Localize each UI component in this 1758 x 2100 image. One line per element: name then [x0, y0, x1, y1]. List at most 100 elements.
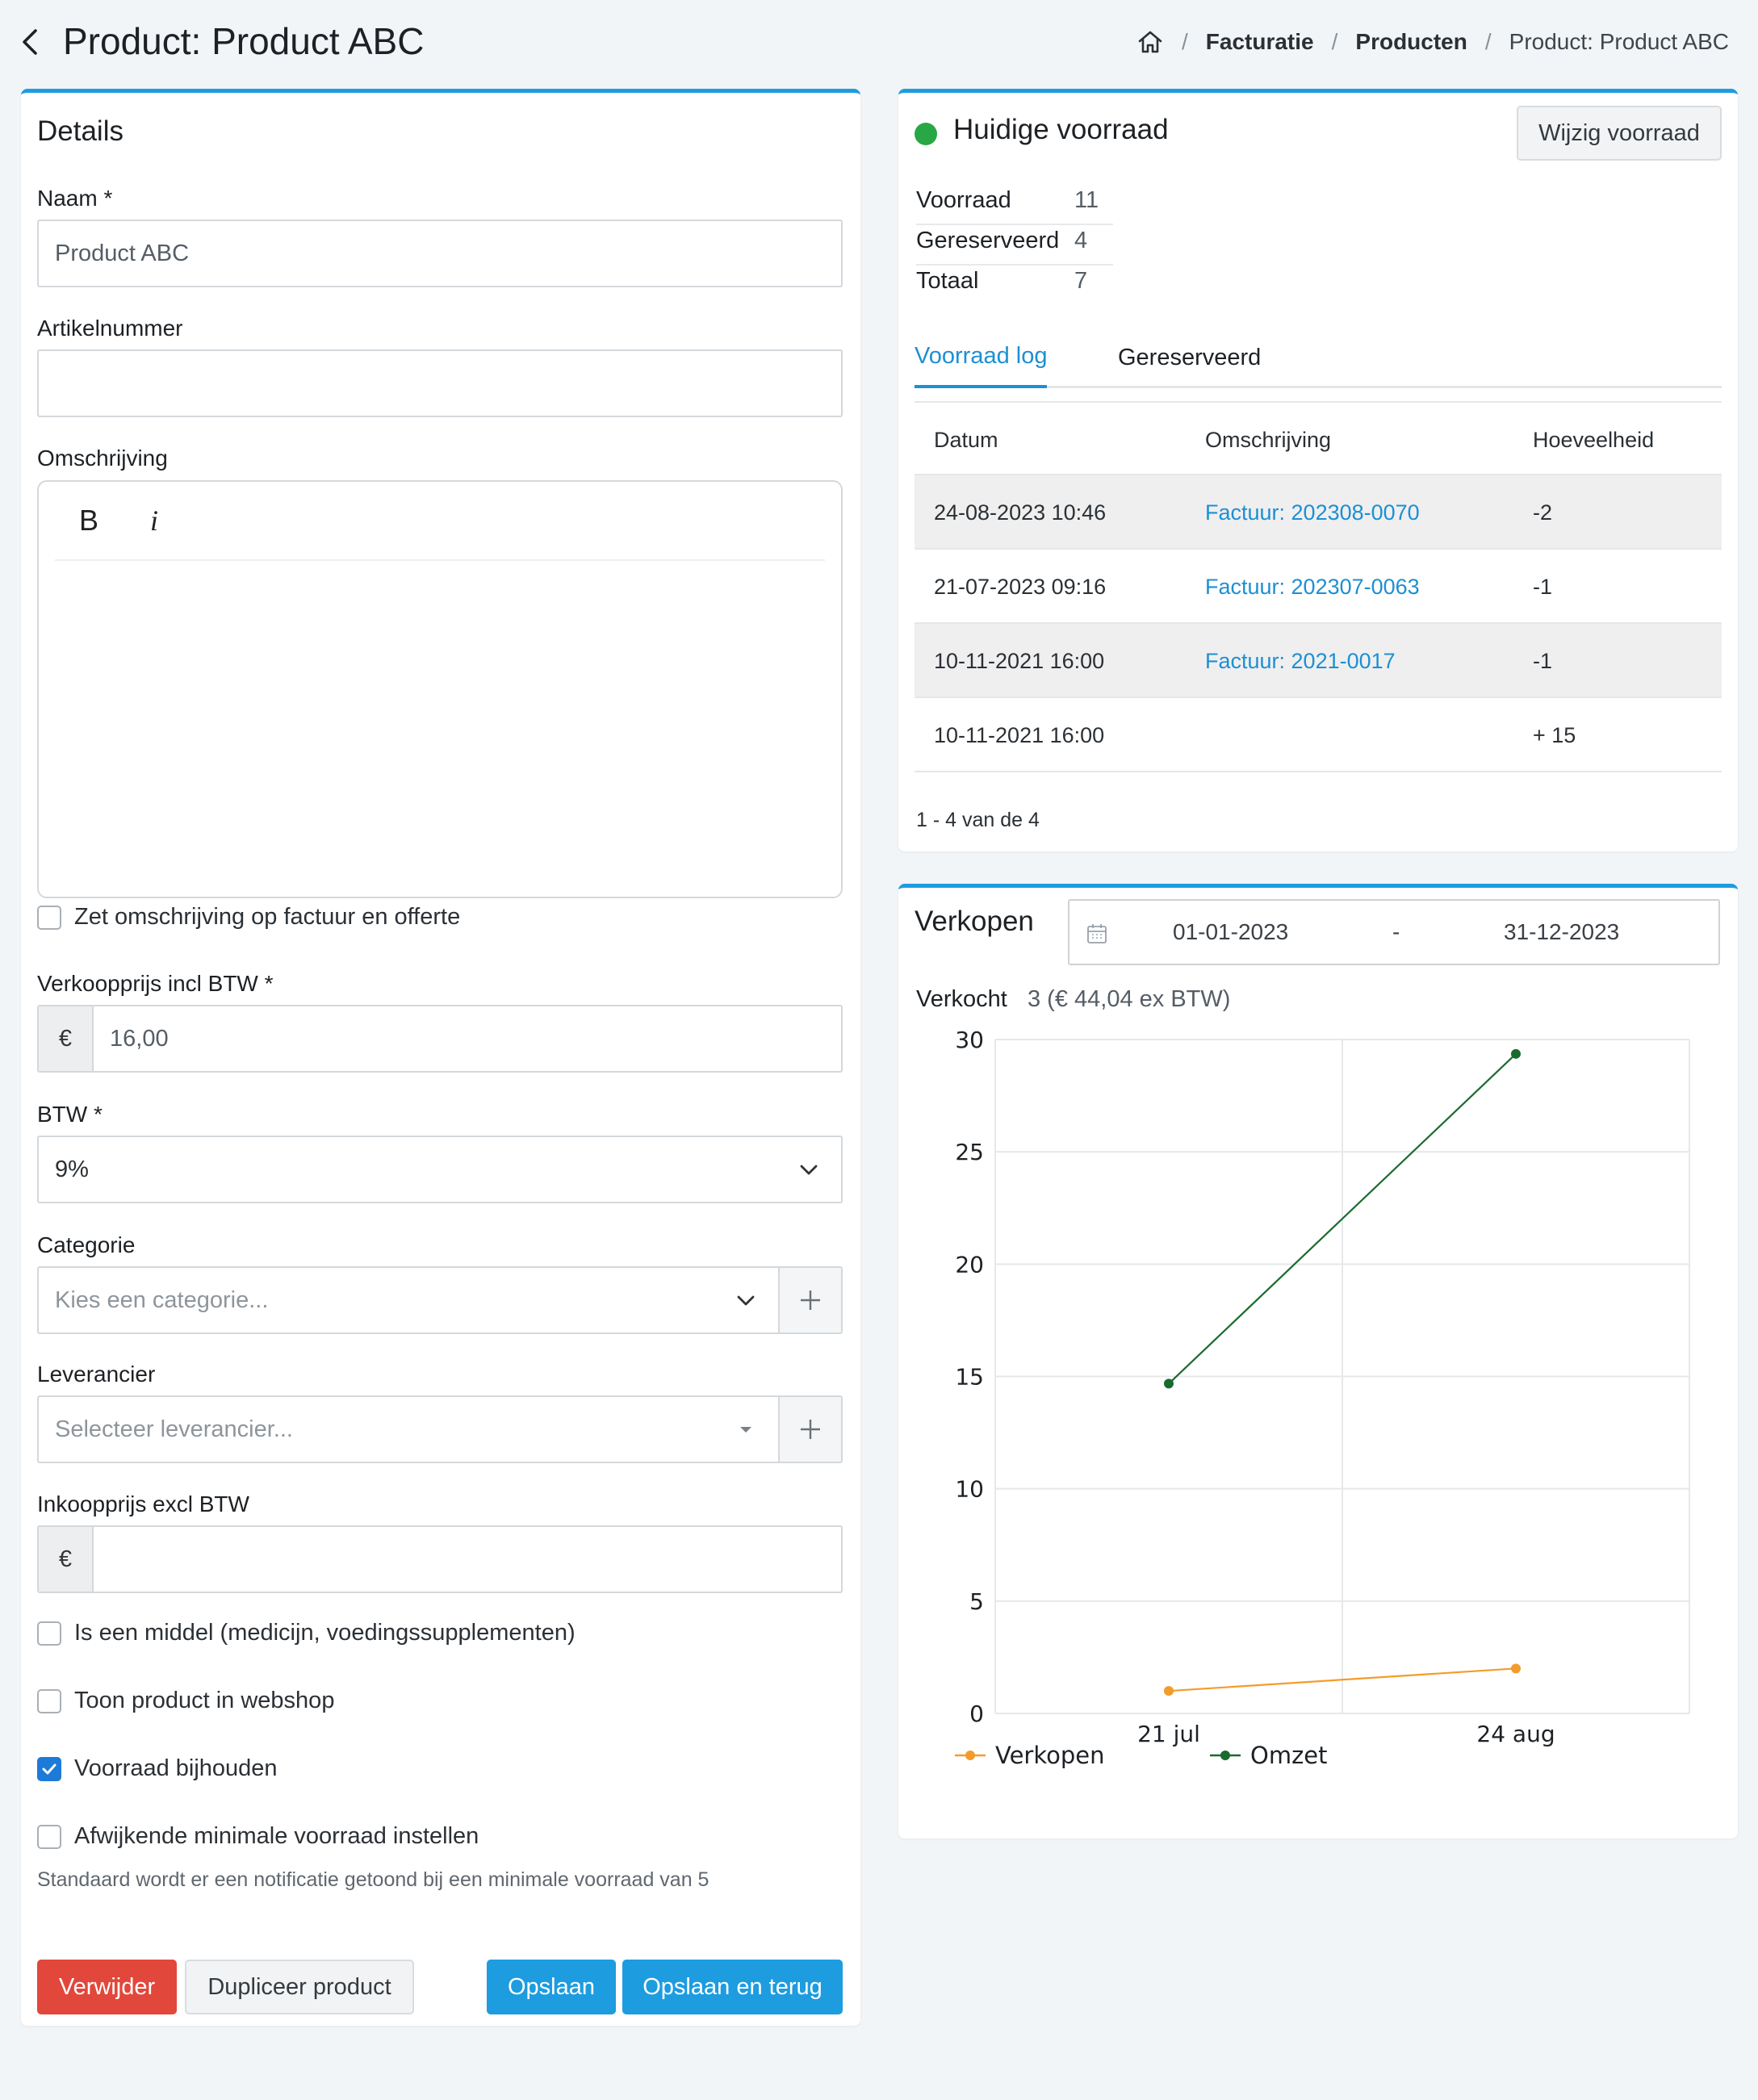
y-tick-label: 30 — [955, 1027, 984, 1053]
breadcrumb-separator: / — [1182, 29, 1188, 54]
vat-select[interactable]: 9% — [37, 1136, 843, 1203]
legend-label-verkopen: Verkopen — [995, 1742, 1104, 1769]
table-row: 24-08-2023 10:46 Factuur: 202308-0070 -2 — [915, 475, 1722, 550]
sales-card: Verkopen 01-01-2023 - 31-12-2023 Verkoch… — [898, 884, 1738, 1839]
desc-on-invoice-label: Zet omschrijving op factuur en offerte — [74, 904, 461, 930]
chevron-down-icon — [737, 1295, 755, 1306]
sku-input[interactable] — [37, 349, 843, 417]
track-stock-label: Voorraad bijhouden — [74, 1755, 278, 1781]
desc-on-invoice-row: Zet omschrijving op factuur en offerte — [37, 904, 460, 931]
currency-addon: € — [39, 1006, 94, 1071]
stock-divider — [916, 264, 1113, 266]
name-input[interactable]: Product ABC — [37, 220, 843, 287]
duplicate-button[interactable]: Dupliceer product — [185, 1960, 414, 2014]
delete-button[interactable]: Verwijder — [37, 1960, 177, 2014]
track-stock-row: Voorraad bijhouden — [37, 1755, 278, 1782]
supplier-placeholder: Selecteer leverancier... — [55, 1416, 293, 1442]
date-to[interactable]: 31-12-2023 — [1504, 919, 1619, 945]
details-title: Details — [37, 115, 123, 147]
plus-icon — [801, 1291, 820, 1310]
min-stock-row: Afwijkende minimale voorraad instellen — [37, 1823, 479, 1850]
data-point-omzet — [1164, 1378, 1174, 1389]
plus-icon — [801, 1420, 820, 1439]
data-point-verkopen — [1511, 1663, 1521, 1674]
category-select[interactable]: Kies een categorie... — [37, 1266, 843, 1334]
y-tick-label: 25 — [955, 1139, 984, 1165]
vat-select-value: 9% — [55, 1156, 89, 1182]
stock-tabs: Voorraad log Gereserveerd — [915, 327, 1722, 388]
description-editor[interactable]: B i — [37, 480, 843, 898]
bold-button[interactable]: B — [79, 504, 98, 538]
row-invoice-link[interactable]: Factuur: 202308-0070 — [1205, 475, 1420, 550]
category-label: Categorie — [37, 1232, 136, 1257]
row-quantity: + 15 — [1533, 722, 1576, 747]
table-row: 21-07-2023 09:16 Factuur: 202307-0063 -1 — [915, 550, 1722, 624]
table-row: 10-11-2021 16:00 Factuur: 2021-0017 -1 — [915, 624, 1722, 698]
breadcrumb-separator: / — [1331, 29, 1338, 54]
supplier-label: Leverancier — [37, 1362, 156, 1387]
row-quantity: -1 — [1533, 574, 1553, 599]
row-date: 10-11-2021 16:00 — [934, 648, 1105, 673]
legend-marker-dot — [965, 1751, 975, 1760]
total-label: Totaal — [916, 268, 979, 294]
reserved-label: Gereserveerd — [916, 228, 1060, 253]
y-tick-label: 0 — [969, 1700, 984, 1727]
tab-reserved[interactable]: Gereserveerd — [1118, 327, 1261, 388]
supplier-select[interactable]: Selecteer leverancier... — [37, 1395, 843, 1463]
legend-label-omzet: Omzet — [1250, 1742, 1328, 1769]
header-description: Omschrijving — [1205, 427, 1332, 452]
back-arrow-icon[interactable] — [18, 26, 42, 58]
row-quantity: -2 — [1533, 500, 1553, 525]
medicine-row: Is een middel (medicijn, voedingssupplem… — [37, 1620, 576, 1646]
check-icon — [42, 1763, 57, 1774]
purchase-price-input[interactable]: € — [37, 1525, 843, 1593]
row-invoice-link[interactable]: Factuur: 202307-0063 — [1205, 550, 1420, 624]
italic-button[interactable]: i — [150, 504, 158, 538]
y-tick-label: 20 — [955, 1251, 984, 1278]
add-category-button[interactable] — [778, 1268, 841, 1332]
tab-stock-log[interactable]: Voorraad log — [915, 327, 1048, 388]
description-label: Omschrijving — [37, 446, 168, 471]
webshop-row: Toon product in webshop — [37, 1688, 334, 1714]
track-stock-checkbox[interactable] — [37, 1756, 61, 1781]
y-tick-label: 5 — [969, 1588, 984, 1615]
table-row: 10-11-2021 16:00 + 15 — [915, 698, 1722, 772]
price-input[interactable]: € 16,00 — [37, 1005, 843, 1073]
webshop-checkbox[interactable] — [37, 1688, 61, 1713]
edit-stock-button[interactable]: Wijzig voorraad — [1517, 106, 1722, 161]
data-point-verkopen — [1164, 1686, 1174, 1696]
y-tick-label: 10 — [955, 1476, 984, 1503]
webshop-label: Toon product in webshop — [74, 1688, 335, 1713]
name-label: Naam * — [37, 186, 113, 211]
breadcrumb-current: Product: Product ABC — [1509, 29, 1729, 54]
vat-label: BTW * — [37, 1102, 103, 1127]
header-quantity: Hoeveelheid — [1533, 427, 1655, 452]
stock-card: Huidige voorraad Wijzig voorraad Voorraa… — [898, 89, 1738, 851]
editor-toolbar: B i — [55, 482, 825, 561]
date-from[interactable]: 01-01-2023 — [1173, 919, 1288, 945]
home-icon[interactable] — [1136, 28, 1164, 56]
stock-title: Huidige voorraad — [953, 114, 1169, 145]
row-invoice-link[interactable]: Factuur: 2021-0017 — [1205, 624, 1396, 698]
category-placeholder: Kies een categorie... — [55, 1286, 269, 1313]
save-button[interactable]: Opslaan — [487, 1960, 616, 2014]
table-header-row: Datum Omschrijving Hoeveelheid — [915, 401, 1722, 475]
stock-log-table: Datum Omschrijving Hoeveelheid 24-08-202… — [915, 401, 1722, 772]
total-value: 7 — [1074, 268, 1088, 294]
header-date: Datum — [934, 427, 998, 452]
min-stock-checkbox[interactable] — [37, 1824, 61, 1849]
medicine-checkbox[interactable] — [37, 1621, 61, 1646]
desc-on-invoice-checkbox[interactable] — [37, 905, 61, 930]
price-input-value: 16,00 — [110, 1025, 169, 1052]
breadcrumb-facturatie[interactable]: Facturatie — [1206, 29, 1314, 55]
chevron-down-icon — [800, 1165, 818, 1175]
date-range-picker[interactable]: 01-01-2023 - 31-12-2023 — [1068, 899, 1720, 965]
breadcrumb-producten[interactable]: Producten — [1355, 29, 1467, 55]
add-supplier-button[interactable] — [778, 1397, 841, 1462]
breadcrumb-separator: / — [1484, 29, 1492, 54]
save-and-back-button[interactable]: Opslaan en terug — [622, 1960, 843, 2014]
details-card: Details Naam * Product ABC Artikelnummer… — [21, 89, 860, 2026]
stock-value: 11 — [1074, 187, 1099, 213]
name-input-value: Product ABC — [55, 240, 190, 266]
y-tick-label: 15 — [955, 1364, 984, 1391]
